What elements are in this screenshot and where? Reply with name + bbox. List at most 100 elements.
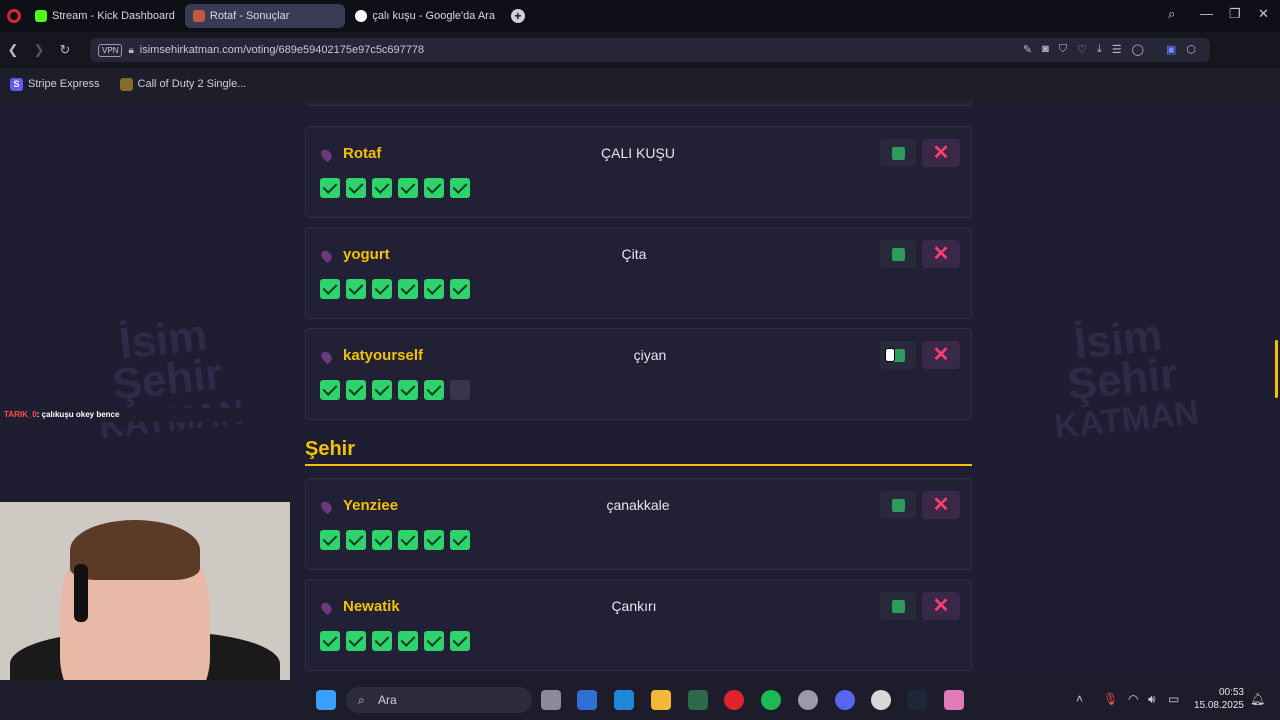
close-icon: ✕ <box>932 142 950 164</box>
vote-check-icon <box>320 178 340 198</box>
vote-check-icon <box>346 631 366 651</box>
reject-button[interactable]: ✕ <box>922 592 960 620</box>
steam-icon[interactable] <box>907 690 927 710</box>
game-icon[interactable] <box>944 690 964 710</box>
vote-checks <box>320 530 470 550</box>
restore-icon[interactable]: ❐ <box>1229 6 1241 22</box>
entry-card: yogurt Çita ✕ <box>305 227 972 319</box>
chat-user: TARIK_0 <box>4 410 37 419</box>
vote-check-icon <box>372 380 392 400</box>
bookmark-label: Call of Duty 2 Single... <box>137 78 247 90</box>
shield-icon[interactable]: ⛉ <box>1059 43 1067 56</box>
clock[interactable]: 00:53 15.08.2025 <box>1194 686 1244 712</box>
player-name: Newatik <box>343 598 400 615</box>
vote-check-icon <box>424 178 444 198</box>
check-icon <box>892 248 905 261</box>
windows-start-icon[interactable] <box>316 690 336 710</box>
app-icon[interactable] <box>871 690 891 710</box>
back-icon[interactable]: ❮ <box>0 42 26 58</box>
cod-icon <box>119 77 133 91</box>
url-field[interactable]: VPN 🔒︎ isimsehirkatman.com/voting/689e59… <box>90 38 1210 62</box>
vote-check-icon <box>450 178 470 198</box>
answer-text: Çankırı <box>611 598 657 614</box>
tab-bar: Stream - Kick Dashboard Rotaf - Sonuçlar… <box>0 0 1280 32</box>
download-icon[interactable]: ⤓ <box>1097 43 1102 56</box>
entry-card: Newatik Çankırı ✕ <box>305 579 972 671</box>
task-view-icon[interactable] <box>541 690 561 710</box>
bookmark-cod[interactable]: Call of Duty 2 Single... <box>119 77 247 91</box>
league-icon[interactable] <box>688 690 708 710</box>
vote-check-icon <box>424 279 444 299</box>
pin-icon <box>319 147 334 163</box>
watermark-logo-left: İsim Şehir KATMAN <box>89 311 246 447</box>
tab-search-icon[interactable]: ⌕ <box>1168 6 1175 22</box>
approve-button[interactable] <box>880 240 916 268</box>
address-bar: ❮ ❯ ↻ VPN 🔒︎ isimsehirkatman.com/voting/… <box>0 32 1280 68</box>
close-window-icon[interactable]: ✕ <box>1258 6 1269 22</box>
stripe-icon: S <box>10 77 23 91</box>
forward-icon[interactable]: ❯ <box>26 42 52 58</box>
extensions-icon[interactable]: ⬡ <box>1186 43 1196 56</box>
pin-icon <box>319 499 334 515</box>
minimize-icon[interactable]: — <box>1200 6 1213 21</box>
volume-icon[interactable]: 🔊︎ <box>1148 692 1156 707</box>
headset-icon <box>74 564 88 622</box>
lock-icon: 🔒︎ <box>128 44 134 56</box>
opera-logo-icon[interactable] <box>7 9 21 23</box>
check-icon <box>892 600 905 613</box>
tab-google[interactable]: çalı kuşu - Google'da Ara <box>347 4 503 28</box>
opera-taskbar-icon[interactable] <box>724 690 744 710</box>
spotify-icon[interactable] <box>761 690 781 710</box>
outlook-icon[interactable] <box>614 690 634 710</box>
answer-text: ÇALI KUŞU <box>601 145 675 161</box>
player-name: Rotaf <box>343 145 382 162</box>
discord-icon[interactable] <box>835 690 855 710</box>
watermark-logo-right: İsim Şehir KATMAN <box>1044 311 1201 447</box>
vote-check-icon <box>450 279 470 299</box>
reload-icon[interactable]: ↻ <box>52 42 78 58</box>
microphone-icon[interactable]: 🎙︎ <box>1103 692 1118 706</box>
tab-rotaf[interactable]: Rotaf - Sonuçlar <box>184 4 346 28</box>
tab-kick[interactable]: Stream - Kick Dashboard <box>27 4 183 28</box>
reject-button[interactable]: ✕ <box>922 341 960 369</box>
site-icon <box>192 10 205 22</box>
bookmarks-bar: S Stripe Express Call of Duty 2 Single... <box>0 68 1280 100</box>
folder-icon[interactable] <box>651 690 671 710</box>
chatgpt-icon[interactable] <box>798 690 818 710</box>
search-icon: ⌕ <box>358 693 365 707</box>
menu-icon[interactable]: ☰ <box>1112 43 1122 56</box>
profile-icon[interactable]: ◯ <box>1132 43 1144 56</box>
approve-button[interactable] <box>880 139 916 167</box>
vote-check-icon <box>346 279 366 299</box>
reject-button[interactable]: ✕ <box>922 491 960 519</box>
entry-card <box>305 100 972 106</box>
camera-icon[interactable]: ◙ <box>1042 43 1049 56</box>
tab-label: Stream - Kick Dashboard <box>52 10 175 22</box>
store-icon[interactable] <box>577 690 597 710</box>
vote-empty-box <box>450 380 470 400</box>
vote-check-icon <box>320 530 340 550</box>
battery-icon[interactable]: ▭ <box>1168 692 1179 706</box>
wifi-icon[interactable]: ◠ <box>1128 692 1138 706</box>
edit-icon[interactable]: ✎ <box>1023 43 1032 56</box>
vote-check-icon <box>450 530 470 550</box>
vpn-badge[interactable]: VPN <box>98 43 123 57</box>
pin-icon <box>319 349 334 365</box>
tray-chevron-icon[interactable]: ˄ <box>1076 692 1083 706</box>
tab-label: Rotaf - Sonuçlar <box>209 10 290 22</box>
url-text[interactable]: isimsehirkatman.com/voting/689e59402175e… <box>140 44 424 56</box>
reject-button[interactable]: ✕ <box>922 240 960 268</box>
approve-button[interactable] <box>880 592 916 620</box>
reject-button[interactable]: ✕ <box>922 139 960 167</box>
notification-icon[interactable]: 🔔︎ <box>1250 692 1265 706</box>
taskbar-search[interactable]: ⌕ Ara <box>346 687 532 713</box>
bookmark-stripe[interactable]: S Stripe Express <box>10 77 100 91</box>
pin-icon <box>319 248 334 264</box>
vote-check-icon <box>424 530 444 550</box>
scrollbar-thumb[interactable] <box>1275 340 1278 398</box>
heart-icon[interactable]: ♡ <box>1077 43 1087 56</box>
translate-icon[interactable]: ▣ <box>1166 43 1176 56</box>
new-tab-button[interactable]: + <box>510 9 525 23</box>
approve-button[interactable] <box>880 491 916 519</box>
chat-overlay: TARIK_0: çalıkuşu okey bence <box>0 408 305 422</box>
